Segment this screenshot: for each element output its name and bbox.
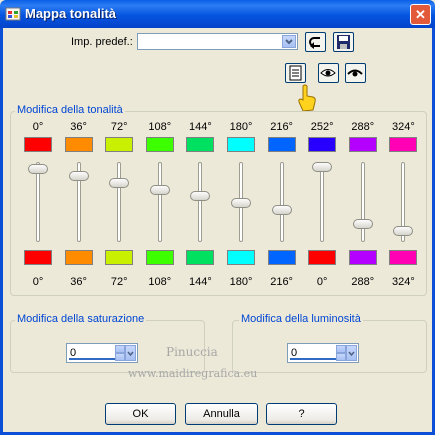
hue-target-swatch xyxy=(348,250,377,265)
dialog-options-button[interactable] xyxy=(285,63,306,83)
hue-source-swatch xyxy=(105,137,134,152)
chevron-down-icon xyxy=(348,351,355,357)
brightness-spinner[interactable]: 0 xyxy=(287,343,359,363)
watermark-url: www.maidiregrafica.eu xyxy=(128,367,258,380)
hue-top-label: 324° xyxy=(392,121,415,133)
hue-bottom-label: 324° xyxy=(392,276,415,288)
preset-combo[interactable] xyxy=(137,33,298,50)
help-button[interactable]: ? xyxy=(266,403,337,425)
hue-top-label: 36° xyxy=(70,121,87,133)
hue-bottom-label: 36° xyxy=(70,276,87,288)
title-bar: Mappa tonalità ✕ xyxy=(0,0,435,28)
hue-top-label: 0° xyxy=(32,121,44,133)
hue-group-legend: Modifica della tonalità xyxy=(15,104,125,116)
app-icon xyxy=(5,7,21,21)
hue-slider-track xyxy=(157,162,162,242)
hue-top-label: 72° xyxy=(110,121,128,133)
preset-label: Imp. predef.: xyxy=(71,36,133,48)
chevron-down-icon xyxy=(127,351,134,357)
ok-button[interactable]: OK xyxy=(105,403,176,425)
brightness-legend: Modifica della luminosità xyxy=(239,313,363,325)
brightness-down-button[interactable] xyxy=(336,353,346,361)
hue-bottom-label: 180° xyxy=(229,276,253,288)
hue-bottom-label: 0° xyxy=(316,276,328,288)
hue-bottom-label: 72° xyxy=(110,276,128,288)
hue-top-label: 288° xyxy=(351,121,375,133)
hue-source-swatch xyxy=(186,137,215,152)
hue-source-swatch xyxy=(308,137,337,152)
hue-slider-thumb[interactable] xyxy=(312,161,333,172)
hue-target-swatch xyxy=(105,250,134,265)
reset-arrow-icon xyxy=(309,37,320,49)
hue-slider-thumb[interactable] xyxy=(149,184,170,195)
saturation-up-button[interactable] xyxy=(115,345,125,353)
hue-slider-track xyxy=(117,162,122,242)
hue-bottom-label: 288° xyxy=(351,276,375,288)
saturation-dropdown-button[interactable] xyxy=(125,345,136,361)
save-preset-button[interactable] xyxy=(333,32,354,52)
close-icon: ✕ xyxy=(415,7,426,22)
cancel-button[interactable]: Annulla xyxy=(185,403,258,425)
hue-slider-thumb[interactable] xyxy=(68,170,89,181)
hue-source-swatch xyxy=(267,137,296,152)
hue-target-swatch xyxy=(308,250,337,265)
hue-bottom-label: 216° xyxy=(270,276,293,288)
save-icon xyxy=(337,35,350,49)
saturation-value-underline xyxy=(69,358,117,360)
hue-target-swatch xyxy=(389,250,418,265)
hand-pointer-icon xyxy=(298,84,316,112)
hue-top-label: 108° xyxy=(148,121,172,133)
hue-source-swatch xyxy=(145,137,174,152)
hue-top-label: 144° xyxy=(189,121,212,133)
saturation-legend: Modifica della saturazione xyxy=(15,313,147,325)
hue-target-swatch xyxy=(145,250,174,265)
hue-slider-track xyxy=(320,162,325,242)
hue-source-swatch xyxy=(24,137,52,152)
hue-top-label: 216° xyxy=(270,121,293,133)
reset-preset-button[interactable] xyxy=(305,32,326,52)
auto-eye-icon xyxy=(347,69,363,77)
brightness-value-underline xyxy=(290,358,338,360)
hue-bottom-label: 0° xyxy=(32,276,44,288)
hue-target-swatch xyxy=(64,250,93,265)
hue-source-swatch xyxy=(227,137,255,152)
proof-button[interactable] xyxy=(318,63,339,83)
hue-source-swatch xyxy=(389,137,418,152)
hue-slider-thumb[interactable] xyxy=(231,198,251,209)
hue-target-swatch xyxy=(267,250,296,265)
hue-source-swatch xyxy=(64,137,93,152)
saturation-down-button[interactable] xyxy=(115,353,125,361)
brightness-dropdown-button[interactable] xyxy=(346,345,357,361)
eye-icon xyxy=(320,69,336,77)
saturation-spinner[interactable]: 0 xyxy=(66,343,138,363)
hue-source-swatch xyxy=(348,137,377,152)
chevron-down-icon xyxy=(285,39,293,45)
brightness-up-button[interactable] xyxy=(336,345,346,353)
hue-target-swatch xyxy=(227,250,255,265)
hue-slider-track xyxy=(360,162,365,242)
hue-target-swatch xyxy=(24,250,52,265)
window-title: Mappa tonalità xyxy=(25,6,117,21)
auto-proof-button[interactable] xyxy=(345,63,366,83)
hue-bottom-label: 108° xyxy=(148,276,172,288)
hue-slider-thumb[interactable] xyxy=(393,225,414,236)
hue-slider-thumb[interactable] xyxy=(190,191,211,202)
hue-top-label: 252° xyxy=(310,121,334,133)
watermark-name: Pinuccia xyxy=(166,345,218,359)
combo-arrow[interactable] xyxy=(282,35,296,48)
hue-slider-thumb[interactable] xyxy=(28,164,48,175)
hue-slider-thumb[interactable] xyxy=(271,205,292,216)
hue-slider-thumb[interactable] xyxy=(109,177,130,188)
hue-slider-thumb[interactable] xyxy=(352,218,373,229)
close-button[interactable]: ✕ xyxy=(410,4,431,25)
hue-bottom-label: 144° xyxy=(189,276,212,288)
hue-slider-track xyxy=(198,162,203,242)
hue-target-swatch xyxy=(186,250,215,265)
dialog-options-icon xyxy=(289,65,302,81)
hue-slider-track xyxy=(279,162,284,242)
hue-top-label: 180° xyxy=(229,121,253,133)
